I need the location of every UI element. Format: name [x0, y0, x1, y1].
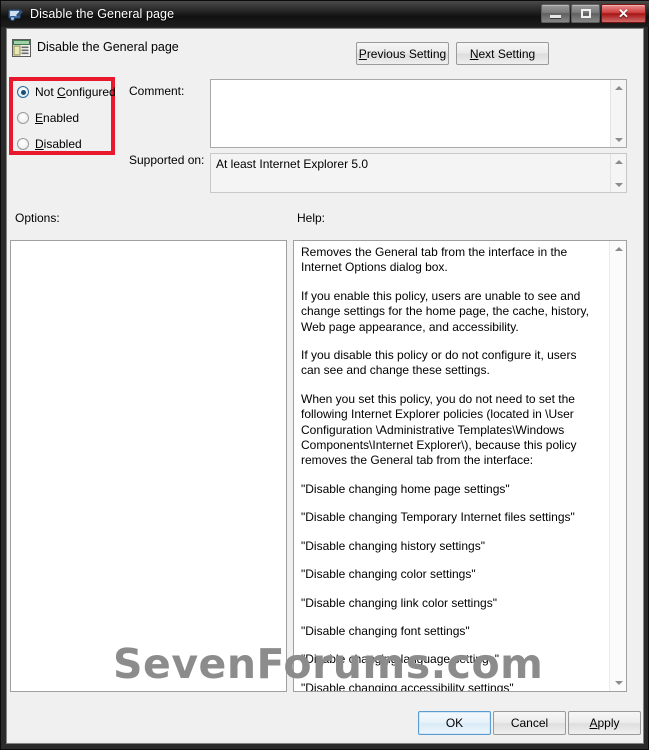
radio-dot-icon [17, 138, 29, 150]
policy-setting-icon [12, 39, 31, 57]
previous-setting-button[interactable]: Previous Setting [356, 42, 449, 65]
previous-setting-label: Previous Setting [359, 47, 446, 61]
help-paragraph: "Disable changing accessibility settings… [301, 680, 514, 692]
next-setting-button[interactable]: Next Setting [456, 42, 549, 65]
help-paragraph: "Disable changing color settings" [301, 567, 476, 582]
options-panel[interactable] [10, 240, 287, 692]
minimize-icon [550, 15, 561, 18]
label-suffix: onfigured [65, 85, 116, 99]
radio-disabled-label: Disabled [35, 137, 82, 151]
supported-on-field: At least Internet Explorer 5.0 [210, 153, 627, 193]
accel-char: C [57, 85, 66, 99]
comment-scrollbar[interactable] [610, 80, 626, 147]
help-paragraph: "Disable changing Temporary Internet fil… [301, 510, 575, 525]
label-suffix: isabled [43, 137, 82, 151]
radio-not-configured[interactable]: Not Configured [17, 85, 116, 99]
radio-not-configured-label: Not Configured [35, 85, 116, 99]
help-scrollbar[interactable] [609, 241, 626, 691]
radio-disabled[interactable]: Disabled [17, 137, 82, 151]
accel-char: E [35, 111, 44, 125]
help-text: Removes the General tab from the interfa… [301, 245, 595, 692]
radio-enabled-label: Enabled [35, 111, 79, 125]
scroll-down-icon[interactable] [611, 177, 626, 192]
help-paragraph: "Disable changing history settings" [301, 538, 485, 553]
cancel-button[interactable]: Cancel [493, 711, 566, 735]
help-paragraph: When you set this policy, you do not nee… [301, 391, 577, 468]
radio-dot-icon [17, 112, 29, 124]
close-icon: ✕ [618, 6, 629, 21]
title-bar[interactable]: Disable the General page ✕ [1, 1, 649, 27]
label-suffix: nabled [43, 111, 80, 125]
accel-char: D [35, 137, 44, 151]
comment-input[interactable] [210, 79, 627, 148]
supported-on-value: At least Internet Explorer 5.0 [216, 157, 369, 171]
apply-label-rest: pply [597, 716, 620, 730]
supported-on-label: Supported on: [129, 153, 205, 167]
help-panel[interactable]: Removes the General tab from the interfa… [293, 240, 627, 692]
page-title: Disable the General page [37, 40, 179, 54]
apply-accel-char: A [589, 716, 598, 730]
maximize-icon [580, 9, 591, 18]
window-controls: ✕ [541, 4, 646, 23]
help-paragraph: "Disable changing font settings" [301, 623, 470, 638]
minimize-button[interactable] [541, 4, 570, 23]
previous-setting-rest: revious Setting [366, 46, 447, 61]
next-setting-label: Next Setting [470, 47, 535, 61]
ok-button[interactable]: OK [418, 711, 491, 735]
radio-dot-icon [17, 86, 29, 98]
maximize-button[interactable] [571, 4, 600, 23]
comment-label: Comment: [129, 84, 185, 98]
help-paragraph: "Disable changing link color settings" [301, 595, 497, 610]
label-prefix: Not [35, 85, 58, 99]
apply-button[interactable]: Apply [568, 711, 641, 735]
help-label: Help: [297, 211, 326, 225]
close-button[interactable]: ✕ [601, 4, 646, 23]
apply-label: Apply [589, 716, 619, 730]
previous-accel-char: P [358, 46, 367, 61]
group-policy-icon [8, 6, 24, 22]
next-setting-rest: ext Setting [478, 46, 536, 61]
scroll-up-icon[interactable] [610, 241, 626, 257]
scroll-up-icon[interactable] [611, 154, 626, 169]
help-paragraph: If you enable this policy, users are una… [301, 288, 589, 334]
help-paragraph: "Disable changing home page settings" [301, 481, 510, 496]
scroll-down-icon[interactable] [610, 675, 626, 691]
help-paragraph: Removes the General tab from the interfa… [301, 245, 568, 275]
radio-enabled[interactable]: Enabled [17, 111, 79, 125]
help-paragraph: "Disable changing language settings" [301, 652, 499, 667]
options-label: Options: [15, 211, 60, 225]
scroll-up-icon[interactable] [611, 80, 626, 95]
scroll-down-icon[interactable] [611, 132, 626, 147]
group-policy-setting-dialog: Disable the General page ✕ Disable the G… [0, 0, 649, 750]
supported-on-scrollbar[interactable] [610, 154, 626, 192]
help-paragraph: If you disable this policy or do not con… [301, 348, 577, 378]
